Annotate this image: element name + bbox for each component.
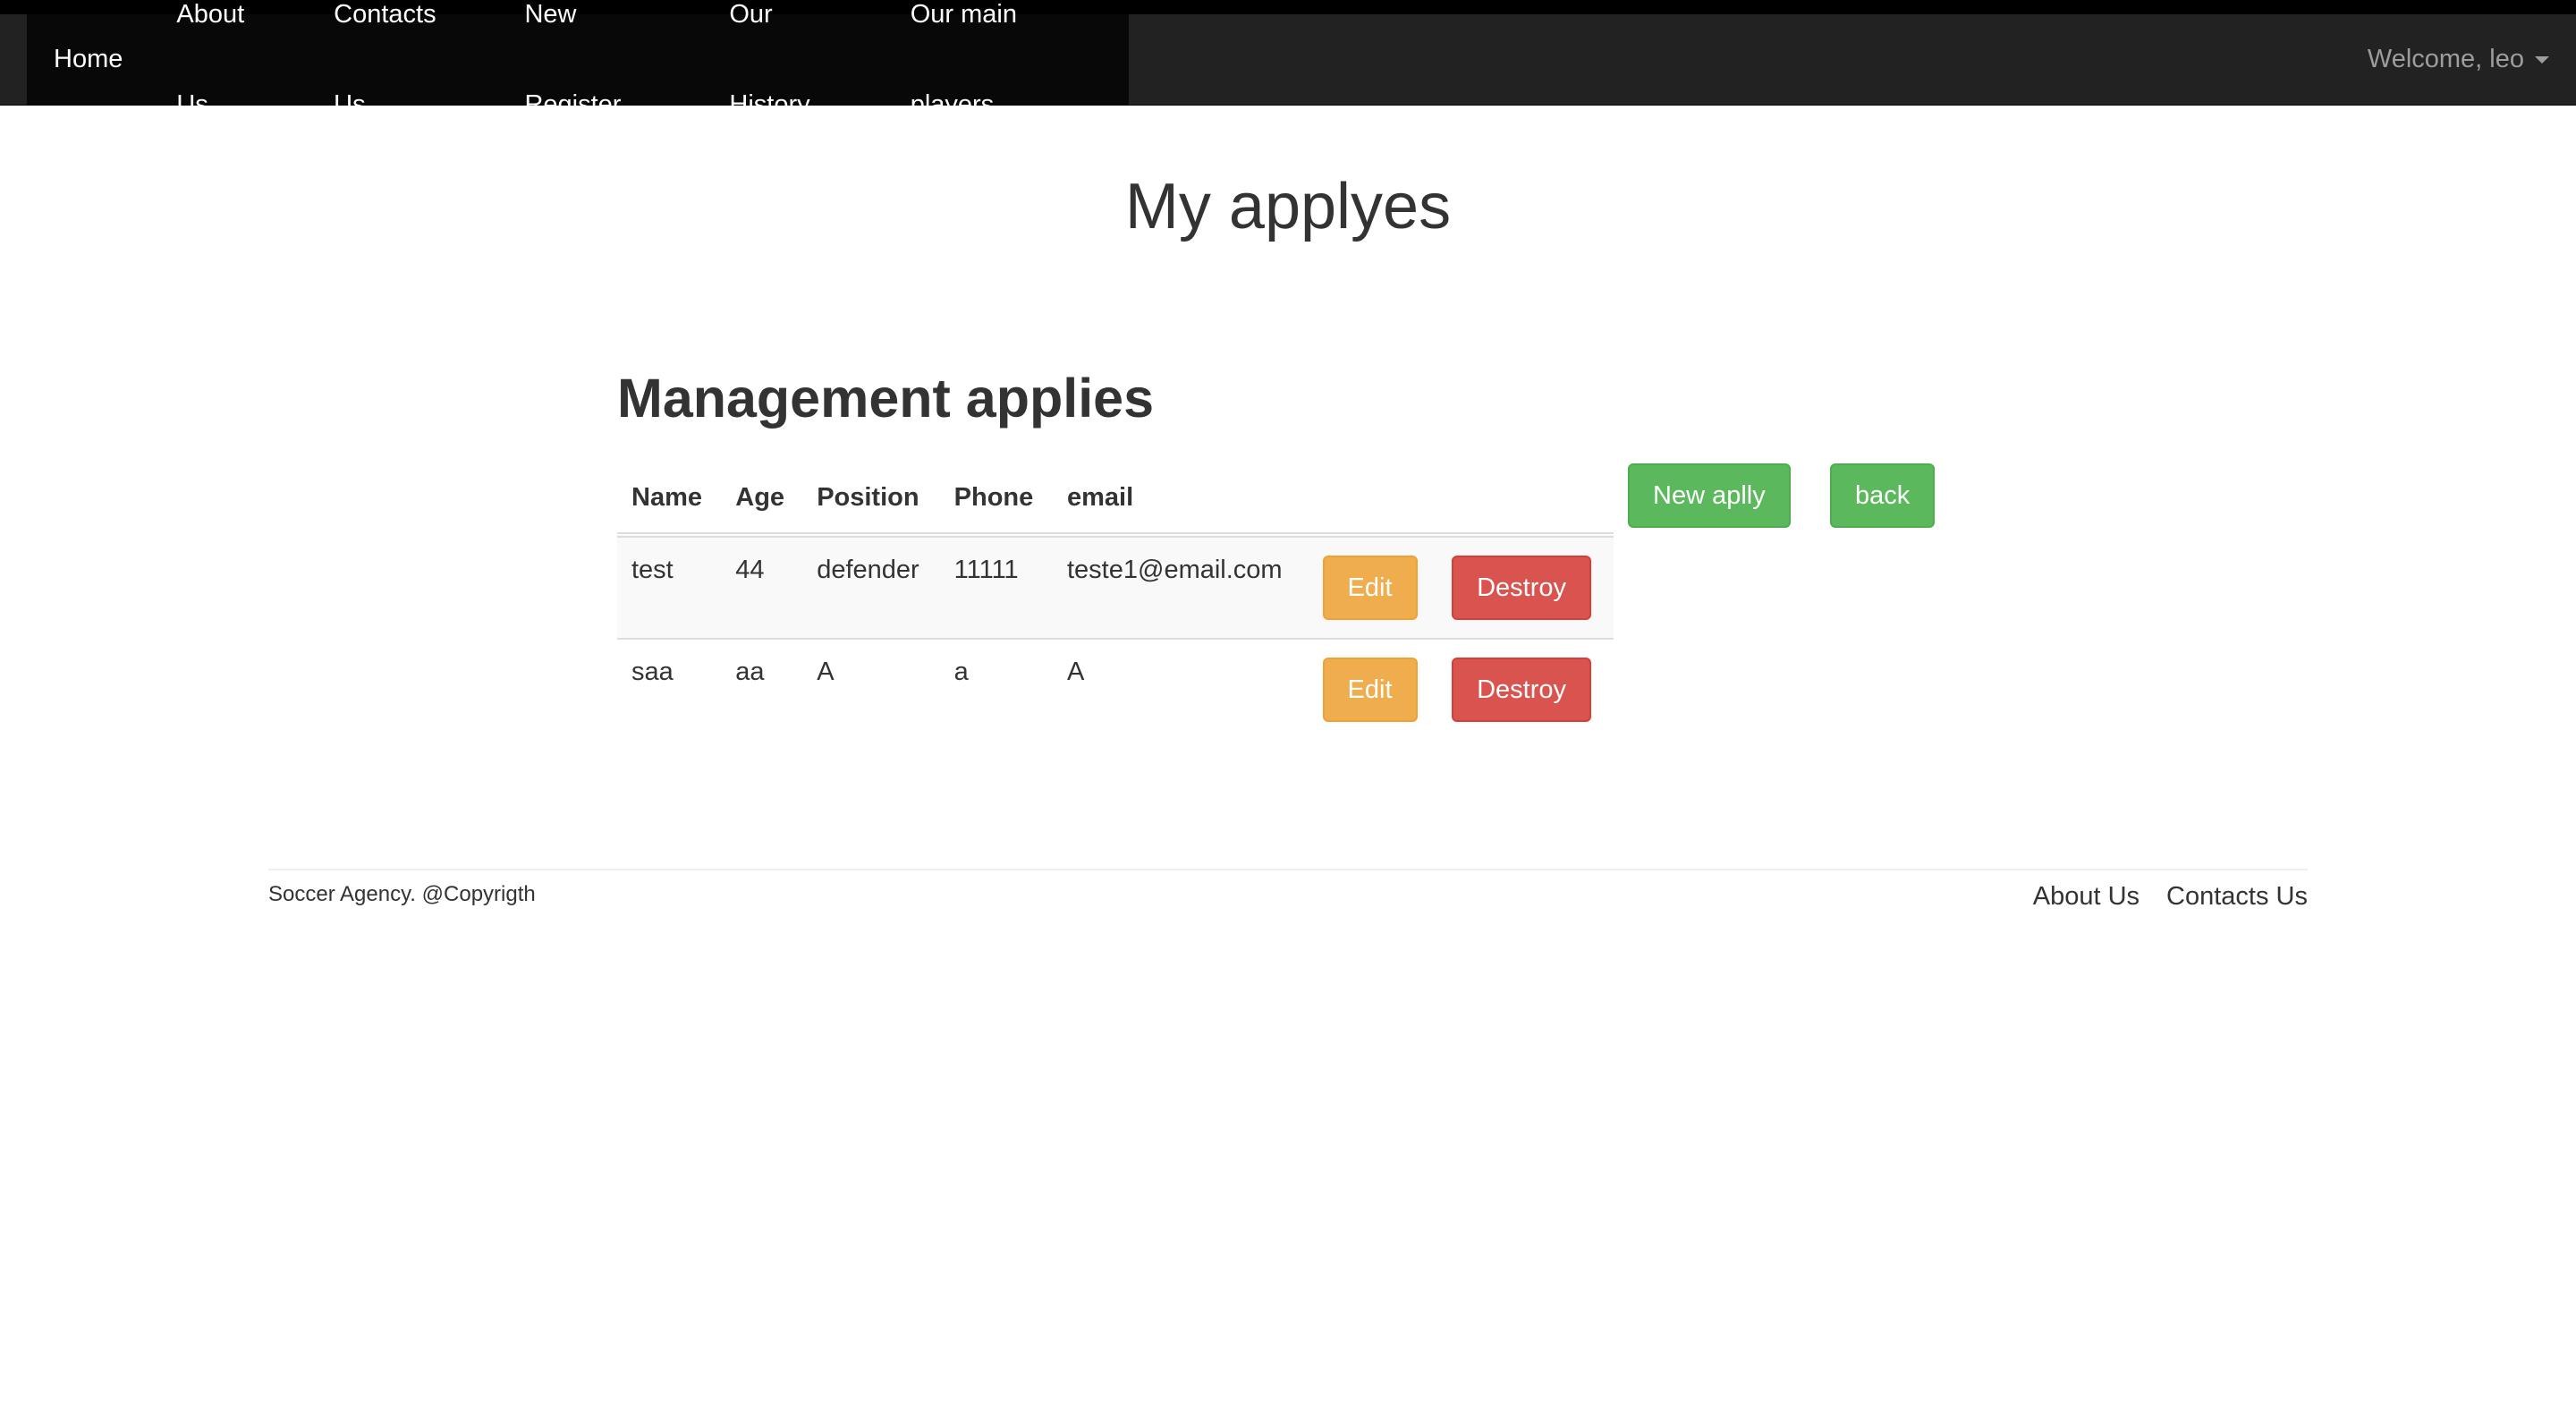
cell-destroy: Destroy (1437, 638, 1614, 740)
back-button[interactable]: back (1830, 463, 1936, 528)
nav-contacts-us[interactable]: Contacts Us (307, 0, 497, 150)
cell-name: test (617, 532, 722, 639)
nav-our-history[interactable]: Our History (702, 0, 883, 150)
column-header-email: email (1053, 465, 1309, 537)
edit-button[interactable]: Edit (1322, 658, 1418, 722)
cell-age: aa (721, 638, 803, 740)
destroy-button[interactable]: Destroy (1452, 556, 1592, 620)
navbar: Home About Us Contacts Us New Register O… (0, 0, 2576, 119)
cell-destroy: Destroy (1437, 532, 1614, 639)
column-header-destroy (1437, 465, 1614, 537)
column-header-phone: Phone (939, 465, 1053, 537)
footer-link-about-us[interactable]: About Us (2033, 882, 2140, 912)
footer-link-contacts-us[interactable]: Contacts Us (2166, 882, 2308, 912)
footer-divider (268, 869, 2308, 870)
page-title: My applyes (1124, 171, 1452, 242)
nav-our-main-players[interactable]: Our main players (884, 0, 1129, 150)
table-header-row: Name Age Position Phone email (617, 465, 1614, 537)
section-title: Management applies (617, 368, 1154, 429)
edit-button[interactable]: Edit (1322, 556, 1418, 620)
cell-email: teste1@email.com (1053, 532, 1309, 639)
destroy-button[interactable]: Destroy (1452, 658, 1592, 722)
nav-menu: Home About Us Contacts Us New Register O… (27, 0, 1129, 119)
column-header-age: Age (721, 465, 803, 537)
cell-name: saa (617, 638, 722, 740)
nav-new-register[interactable]: New Register (497, 0, 702, 150)
user-menu-dropdown[interactable]: Welcome, leo (2368, 14, 2549, 105)
cell-edit: Edit (1308, 638, 1438, 740)
cell-position: defender (802, 532, 940, 639)
caret-down-icon (2535, 55, 2549, 64)
table-row: test 44 defender 11111 teste1@email.com … (617, 532, 1614, 639)
column-header-name: Name (617, 465, 722, 537)
cell-age: 44 (721, 532, 803, 639)
new-apply-button[interactable]: New aplly (1628, 463, 1791, 528)
welcome-text: Welcome, leo (2367, 45, 2524, 73)
nav-home[interactable]: Home (27, 14, 149, 105)
nav-about-us[interactable]: About Us (149, 0, 307, 150)
cell-edit: Edit (1308, 532, 1438, 639)
column-header-position: Position (802, 465, 940, 537)
footer-copyright: Soccer Agency. @Copyrigth (268, 882, 536, 906)
column-header-edit (1308, 465, 1438, 537)
cell-position: A (802, 638, 940, 740)
applies-table: Name Age Position Phone email test 44 de… (617, 465, 1614, 740)
footer-links: About Us Contacts Us (2033, 882, 2308, 912)
cell-phone: a (939, 638, 1053, 740)
cell-phone: 11111 (939, 532, 1053, 639)
cell-email: A (1053, 638, 1309, 740)
table-row: saa aa A a A Edit Destroy (617, 638, 1614, 740)
